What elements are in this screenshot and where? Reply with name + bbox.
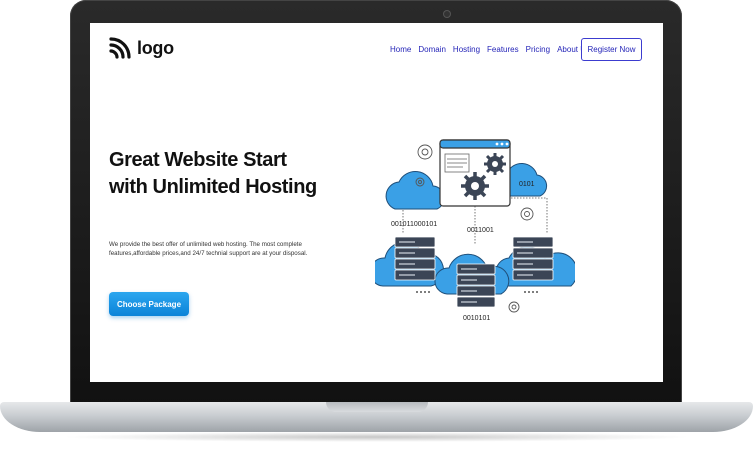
gear-icon-large	[461, 172, 489, 200]
logo-text: logo	[137, 37, 174, 58]
laptop-notch	[326, 402, 428, 412]
brand-logo[interactable]: logo	[109, 37, 174, 59]
cloud-top-left	[385, 171, 445, 210]
choose-package-button[interactable]: Choose Package	[109, 292, 189, 316]
rss-logo-icon	[109, 37, 131, 59]
binary-label-3: 0101	[519, 181, 535, 188]
cloud-hosting-illustration: 001011000101 0011001 0101 0010101	[375, 139, 575, 322]
nav-hosting[interactable]: Hosting	[453, 45, 480, 54]
main-nav: Home Domain Hosting Features Pricing Abo…	[390, 45, 590, 54]
nav-domain[interactable]: Domain	[418, 45, 446, 54]
binary-label-1: 001011000101	[391, 221, 437, 228]
gear-icon	[484, 153, 506, 175]
binary-label-2: 0011001	[467, 227, 494, 234]
screen: logo Home Domain Hosting Features Pricin…	[90, 23, 663, 382]
nav-pricing[interactable]: Pricing	[526, 45, 550, 54]
laptop-shadow	[60, 432, 693, 442]
hero-description: We provide the best offer of unlimited w…	[109, 241, 308, 257]
nav-features[interactable]: Features	[487, 45, 519, 54]
webcam	[444, 11, 450, 17]
nav-home[interactable]: Home	[390, 45, 411, 54]
hero-title: Great Website Start with Unlimited Hosti…	[109, 149, 317, 198]
register-button[interactable]: Register Now	[581, 38, 642, 61]
binary-label-4: 0010101	[463, 315, 490, 322]
